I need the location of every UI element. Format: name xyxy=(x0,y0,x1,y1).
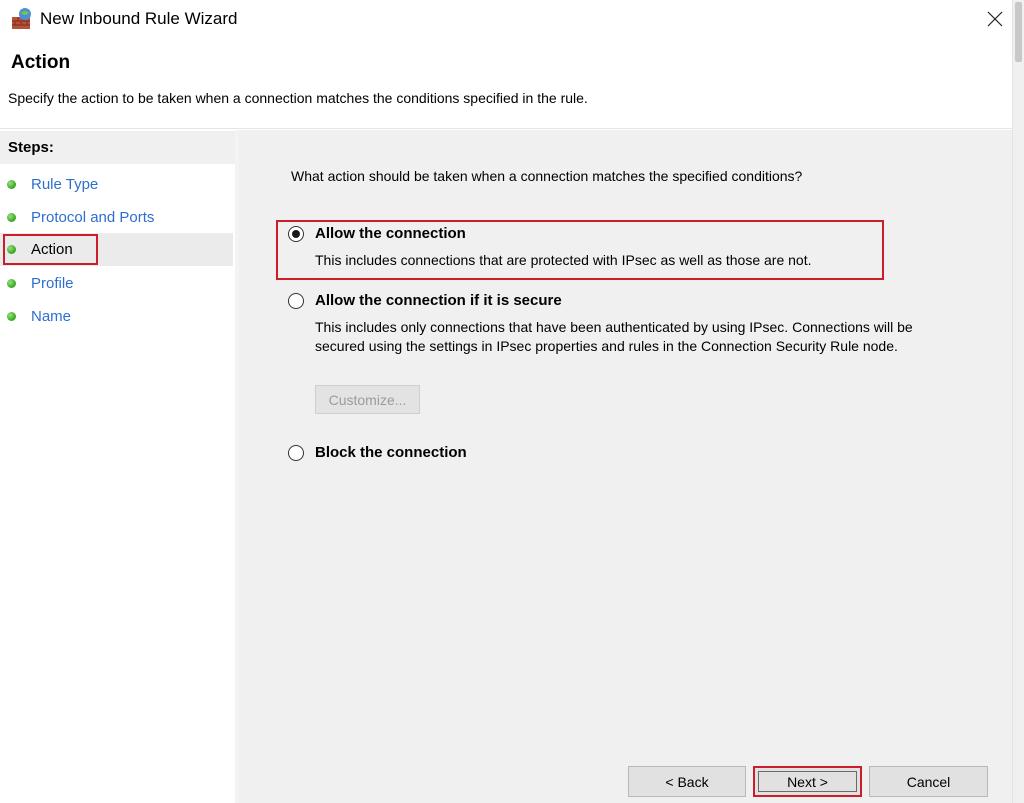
page-description: Specify the action to be taken when a co… xyxy=(8,90,588,106)
step-status-dot-icon xyxy=(7,180,16,189)
step-status-dot-icon xyxy=(7,279,16,288)
step-name[interactable]: Name xyxy=(0,300,233,333)
header-divider xyxy=(0,128,1012,129)
steps-label: Steps: xyxy=(8,139,54,156)
step-status-dot-icon xyxy=(7,213,16,222)
window-title: New Inbound Rule Wizard xyxy=(40,9,238,28)
block-connection-label[interactable]: Block the connection xyxy=(315,444,467,461)
step-label: Rule Type xyxy=(31,176,99,193)
block-connection-radio[interactable] xyxy=(288,445,304,461)
step-label: Name xyxy=(31,308,72,325)
step-profile[interactable]: Profile xyxy=(0,267,233,300)
next-button[interactable]: Next > xyxy=(753,766,862,797)
step-protocol-and-ports[interactable]: Protocol and Ports xyxy=(0,201,233,234)
next-button-label: Next > xyxy=(787,773,828,790)
allow-if-secure-description: This includes only connections that have… xyxy=(315,319,913,354)
page-title: Action xyxy=(11,52,71,73)
step-label: Profile xyxy=(31,275,74,292)
close-icon xyxy=(987,11,1003,27)
step-action-highlight xyxy=(3,234,98,265)
customize-button[interactable]: Customize... xyxy=(315,385,420,414)
scrollbar[interactable] xyxy=(1012,0,1024,803)
cancel-button[interactable]: Cancel xyxy=(869,766,988,797)
allow-if-secure-label[interactable]: Allow the connection if it is secure xyxy=(315,292,562,309)
back-button[interactable]: < Back xyxy=(628,766,746,797)
close-button[interactable] xyxy=(978,4,1012,34)
step-rule-type[interactable]: Rule Type xyxy=(0,168,233,201)
step-status-dot-icon xyxy=(7,312,16,321)
allow-connection-highlight xyxy=(276,220,884,280)
step-label: Protocol and Ports xyxy=(31,209,155,226)
scrollbar-thumb[interactable] xyxy=(1015,2,1022,62)
allow-if-secure-radio[interactable] xyxy=(288,293,304,309)
action-question: What action should be taken when a conne… xyxy=(291,168,803,184)
firewall-wall-icon xyxy=(10,7,34,31)
